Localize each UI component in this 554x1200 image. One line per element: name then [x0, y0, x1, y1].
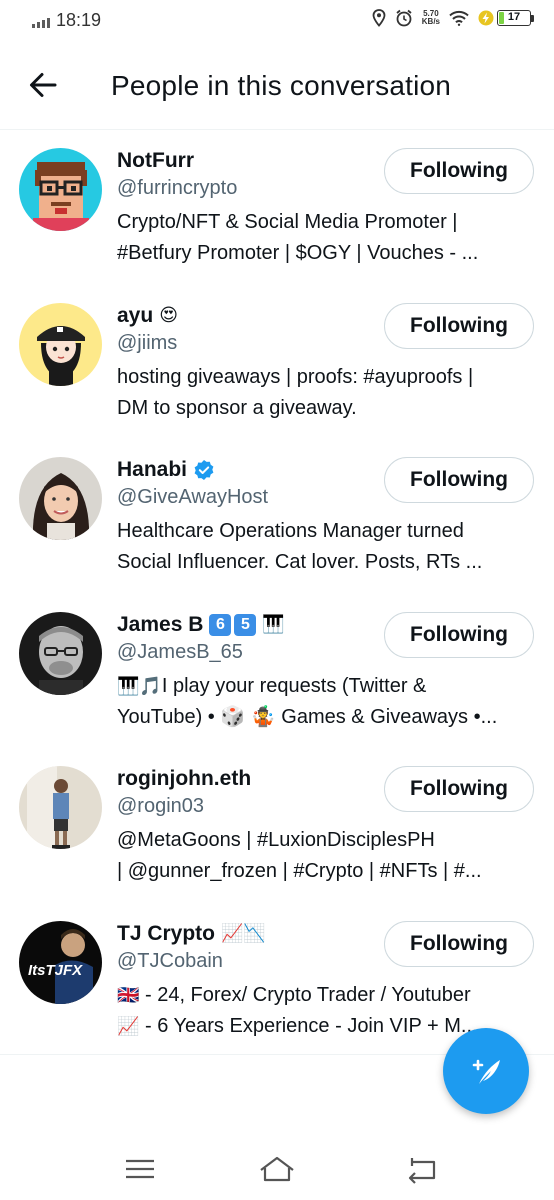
- compose-feather-icon: [472, 1059, 500, 1084]
- name-line: roginjohn.eth: [117, 767, 251, 791]
- user-handle[interactable]: @TJCobain: [117, 950, 223, 973]
- bio-line: DM to sponsor a giveaway.: [117, 396, 357, 419]
- name-line: ayu 😍: [117, 304, 178, 328]
- home-icon: [260, 1156, 294, 1182]
- following-button[interactable]: Following: [384, 302, 534, 349]
- bio-line: 🎹🎵I play your requests (Twitter &: [117, 671, 532, 702]
- avatar-image: ItsTJFX: [19, 920, 102, 1004]
- name-line: NotFurr: [117, 149, 194, 173]
- compose-tweet-button[interactable]: [443, 1028, 529, 1114]
- bio-line: Social Influencer. Cat lover. Posts, RTs…: [117, 551, 483, 573]
- header: People in this conversation: [0, 44, 554, 130]
- piano-emoji-icon: 🎹: [262, 613, 285, 635]
- heart-eyes-emoji-icon: 😍: [159, 304, 178, 326]
- chart-increasing-icon: 📈: [117, 1015, 140, 1037]
- name-line: James B 6 5 🎹: [117, 613, 285, 637]
- verified-badge-icon: [194, 460, 214, 480]
- avatar-notfurr[interactable]: [19, 148, 102, 231]
- bio-line: YouTube) • 🎲 🤹 Games & Giveaways •...: [117, 705, 498, 728]
- user-name[interactable]: James B: [117, 613, 203, 637]
- bio-text: - 6 Years Experience - Join VIP + M...: [139, 1014, 478, 1037]
- user-bio: @MetaGoons | #LuxionDisciplesPH | @gunne…: [117, 825, 532, 887]
- bio-line: | @gunner_frozen | #Crypto | #NFTs | #..…: [117, 860, 482, 882]
- user-name[interactable]: ayu: [117, 304, 153, 328]
- system-nav-bar: [0, 1140, 554, 1200]
- name-line: TJ Crypto 📈📉: [117, 922, 266, 946]
- status-bar: 18:19 5.70 KB/s 17: [0, 0, 554, 44]
- avatar-image: [19, 766, 102, 849]
- bio-line: 🇬🇧 - 24, Forex/ Crypto Trader / Youtuber: [117, 980, 532, 1011]
- user-handle[interactable]: @rogin03: [117, 795, 204, 818]
- bio-line: @MetaGoons | #LuxionDisciplesPH: [117, 829, 435, 851]
- battery-indicator: 17: [478, 10, 534, 26]
- following-button[interactable]: Following: [384, 920, 534, 967]
- user-name[interactable]: Hanabi: [117, 458, 187, 482]
- avatar-text: ItsTJFX: [28, 962, 83, 979]
- back-nav-button[interactable]: [400, 1154, 440, 1184]
- keycap-five-icon: 5: [234, 613, 257, 636]
- bio-line: #Betfury Promoter | $OGY | Vouches - ...: [117, 242, 479, 264]
- bio-line: Healthcare Operations Manager turned: [117, 520, 464, 542]
- music-emoji-icon: 🎹🎵: [117, 675, 162, 697]
- page-title: People in this conversation: [111, 70, 452, 101]
- network-speed: 5.70 KB/s: [421, 9, 440, 26]
- bio-text: - 24, Forex/ Crypto Trader / Youtuber: [139, 983, 471, 1006]
- home-button[interactable]: [257, 1154, 297, 1184]
- bio-line: hosting giveaways | proofs: #ayuproofs |: [117, 365, 474, 388]
- battery-level: 17: [507, 11, 521, 23]
- user-name[interactable]: TJ Crypto: [117, 922, 215, 946]
- avatar-roginjohn[interactable]: [19, 766, 102, 849]
- avatar-image: [19, 148, 102, 231]
- user-bio: Crypto/NFT & Social Media Promoter | #Be…: [117, 207, 532, 269]
- user-handle[interactable]: @jiims: [117, 332, 177, 355]
- menu-button[interactable]: [120, 1154, 160, 1184]
- bio-text: I play your requests (Twitter &: [161, 674, 427, 697]
- clock-time: 18:19: [56, 10, 102, 30]
- avatar-image: [19, 302, 102, 386]
- return-icon: [408, 1158, 436, 1184]
- avatar-image: [19, 611, 102, 695]
- user-name[interactable]: roginjohn.eth: [117, 767, 251, 791]
- avatar-jamesb[interactable]: [19, 611, 102, 695]
- avatar-tjcrypto[interactable]: ItsTJFX: [19, 920, 102, 1004]
- bio-line: Crypto/NFT & Social Media Promoter |: [117, 211, 458, 233]
- alarm-icon: [396, 9, 412, 27]
- wifi-icon: [449, 10, 469, 26]
- user-row-notfurr[interactable]: NotFurr @furrincrypto Crypto/NFT & Socia…: [0, 131, 554, 286]
- name-line: Hanabi: [117, 458, 215, 482]
- user-row-hanabi[interactable]: Hanabi @GiveAwayHost Healthcare Operatio…: [0, 440, 554, 595]
- uk-flag-icon: 🇬🇧: [117, 984, 140, 1006]
- charging-icon: [478, 10, 494, 26]
- following-button[interactable]: Following: [384, 766, 534, 812]
- arrow-left-icon: [30, 73, 57, 97]
- following-button[interactable]: Following: [384, 611, 534, 658]
- user-row-roginjohn[interactable]: roginjohn.eth @rogin03 @MetaGoons | #Lux…: [0, 749, 554, 904]
- avatar-hanabi[interactable]: [19, 457, 102, 540]
- status-right: 5.70 KB/s 17: [372, 9, 534, 27]
- user-bio: hosting giveaways | proofs: #ayuproofs |…: [117, 362, 532, 424]
- user-handle[interactable]: @JamesB_65: [117, 641, 243, 664]
- signal-icon: [32, 14, 50, 28]
- user-row-jamesb[interactable]: James B 6 5 🎹 @JamesB_65 🎹🎵I play your r…: [0, 595, 554, 750]
- keycap-six-icon: 6: [209, 613, 232, 636]
- user-handle[interactable]: @furrincrypto: [117, 177, 237, 200]
- avatar-ayu[interactable]: [19, 302, 102, 386]
- user-list: NotFurr @furrincrypto Crypto/NFT & Socia…: [0, 131, 554, 1058]
- back-button[interactable]: [26, 68, 60, 102]
- following-button[interactable]: Following: [384, 457, 534, 503]
- following-button[interactable]: Following: [384, 148, 534, 194]
- chart-emoji-icon: 📈📉: [221, 922, 266, 944]
- user-bio: Healthcare Operations Manager turned Soc…: [117, 516, 532, 578]
- user-name[interactable]: NotFurr: [117, 149, 194, 173]
- avatar-image: [19, 457, 102, 540]
- user-bio: 🎹🎵I play your requests (Twitter & YouTub…: [117, 671, 532, 733]
- location-icon: [372, 9, 386, 27]
- status-left: 18:19: [32, 10, 101, 31]
- user-row-ayu[interactable]: ayu 😍 @jiims hosting giveaways | proofs:…: [0, 286, 554, 441]
- menu-icon: [126, 1159, 154, 1179]
- user-handle[interactable]: @GiveAwayHost: [117, 486, 268, 509]
